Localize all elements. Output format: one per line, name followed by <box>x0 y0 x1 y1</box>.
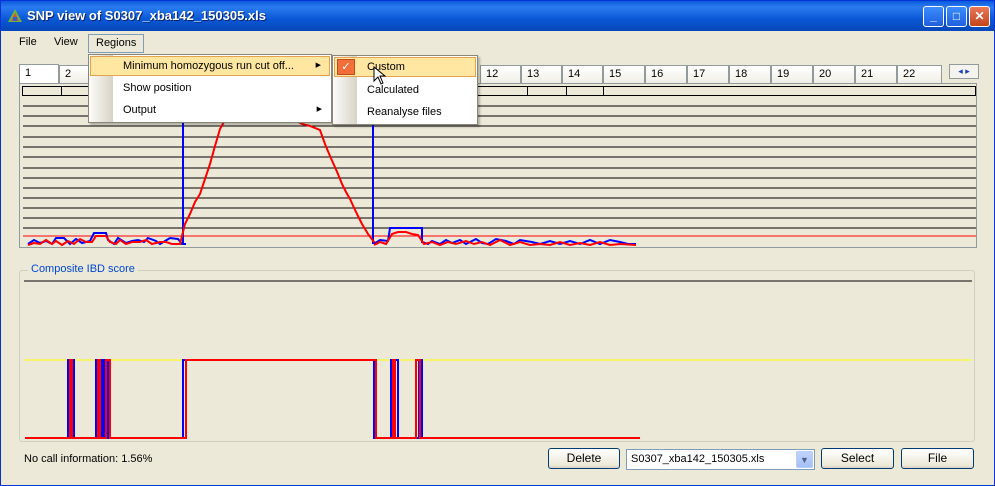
maximize-button[interactable]: □ <box>946 6 967 27</box>
tab-chromosome-18[interactable]: 18 <box>729 65 771 83</box>
close-button[interactable]: ✕ <box>969 6 990 27</box>
menu-item-minimum-homozygous-run[interactable]: Minimum homozygous run cut off... ▶ <box>90 56 330 76</box>
tab-chromosome-12[interactable]: 12 <box>480 65 521 83</box>
cutoff-submenu: ✓ Custom Calculated Reanalyse files <box>332 55 478 125</box>
tab-chromosome-22[interactable]: 22 <box>897 65 942 83</box>
tab-chromosome-14[interactable]: 14 <box>562 65 603 83</box>
menu-view[interactable]: View <box>47 34 85 53</box>
tab-chromosome-17[interactable]: 17 <box>687 65 729 83</box>
menu-regions[interactable]: Regions <box>88 34 145 53</box>
composite-ibd-group: Composite IBD score <box>19 263 975 442</box>
tab-chromosome-1[interactable]: 1 <box>19 64 59 84</box>
checkmark-icon: ✓ <box>337 59 355 75</box>
composite-ibd-chart <box>24 280 972 439</box>
chevron-down-icon[interactable]: ▼ <box>796 451 813 468</box>
ibd-trace-blue <box>25 359 640 439</box>
main-window: SNP view of S0307_xba142_150305.xls _ □ … <box>0 0 995 486</box>
snp-trace-red <box>27 119 226 247</box>
tab-chromosome-20[interactable]: 20 <box>813 65 855 83</box>
no-call-status: No call information: 1.56% <box>24 453 153 465</box>
menu-file[interactable]: File <box>12 34 44 53</box>
scroll-left-icon[interactable]: ◂ <box>958 66 963 76</box>
scroll-right-icon[interactable]: ▸ <box>965 66 970 76</box>
menu-item-output[interactable]: Output ▶ <box>90 100 330 120</box>
menu-item-label: Reanalyse files <box>367 106 442 118</box>
menu-item-show-position[interactable]: Show position <box>90 78 330 98</box>
app-icon <box>8 9 22 22</box>
title-bar[interactable]: SNP view of S0307_xba142_150305.xls _ □ … <box>1 1 994 31</box>
window-title: SNP view of S0307_xba142_150305.xls <box>27 8 266 23</box>
file-button[interactable]: File <box>901 448 974 469</box>
tab-chromosome-15[interactable]: 15 <box>603 65 645 83</box>
composite-ibd-label: Composite IBD score <box>28 263 138 275</box>
mouse-cursor-icon <box>373 66 387 85</box>
ibd-trace-red <box>25 359 640 439</box>
menu-item-reanalyse-files[interactable]: Reanalyse files <box>334 102 476 122</box>
menu-item-label: Minimum homozygous run cut off... <box>123 60 294 72</box>
snp-trace-red-descent <box>294 119 379 245</box>
tab-scroll-buttons: ◂ ▸ <box>949 64 979 79</box>
select-button[interactable]: Select <box>821 448 894 469</box>
menu-bar: File View Regions <box>1 32 994 54</box>
submenu-arrow-icon: ▶ <box>315 62 321 69</box>
regions-dropdown: Minimum homozygous run cut off... ▶ Show… <box>88 54 332 123</box>
delete-button[interactable]: Delete <box>548 448 620 469</box>
tab-chromosome-13[interactable]: 13 <box>521 65 562 83</box>
tab-chromosome-16[interactable]: 16 <box>645 65 687 83</box>
tab-chromosome-21[interactable]: 21 <box>855 65 897 83</box>
submenu-arrow-icon: ▶ <box>316 106 322 113</box>
minimize-button[interactable]: _ <box>923 6 944 27</box>
menu-item-calculated[interactable]: Calculated <box>334 80 476 100</box>
menu-item-custom[interactable]: ✓ Custom <box>334 57 476 77</box>
snp-trace-red-right <box>373 231 637 247</box>
menu-item-label: Show position <box>123 82 192 94</box>
file-select-value: S0307_xba142_150305.xls <box>631 453 765 465</box>
menu-item-label: Output <box>123 104 157 116</box>
file-select-combo[interactable]: S0307_xba142_150305.xls ▼ <box>626 449 815 470</box>
tab-chromosome-19[interactable]: 19 <box>771 65 813 83</box>
